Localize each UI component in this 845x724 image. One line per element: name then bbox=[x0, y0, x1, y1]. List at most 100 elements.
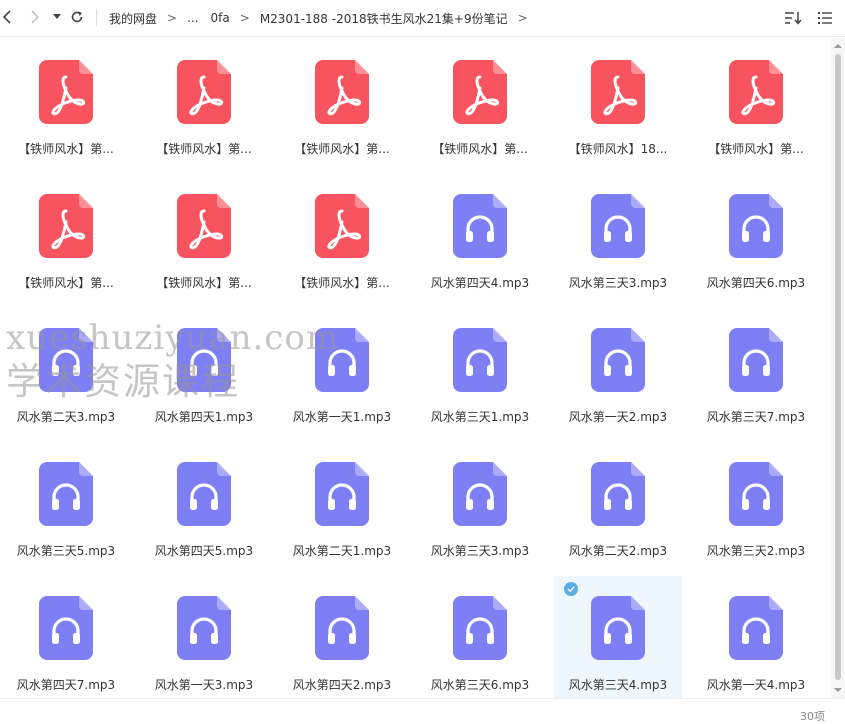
forward-button[interactable] bbox=[28, 6, 42, 28]
sort-icon bbox=[785, 12, 802, 25]
breadcrumb-separator: > bbox=[517, 11, 528, 25]
file-name: 【铁师风水】第... bbox=[156, 142, 252, 156]
file-item[interactable]: 风水第三天5.mp3 bbox=[2, 442, 130, 566]
file-item[interactable]: 【铁师风水】第... bbox=[2, 40, 130, 164]
pdf-file-icon bbox=[315, 60, 369, 124]
file-name: 风水第三天4.mp3 bbox=[568, 678, 668, 692]
scroll-down-icon[interactable] bbox=[834, 686, 842, 694]
file-name: 风水第四天6.mp3 bbox=[706, 276, 806, 290]
file-item[interactable]: 【铁师风水】第... bbox=[416, 40, 544, 164]
toolbar: 我的网盘 > ... 0fa > M2301-188 -2018铁书生风水21集… bbox=[0, 0, 845, 37]
audio-file-icon bbox=[453, 462, 507, 526]
file-item[interactable]: 风水第一天3.mp3 bbox=[140, 576, 268, 700]
breadcrumb-item-ellipsis[interactable]: ... bbox=[187, 11, 198, 25]
file-item[interactable]: 风水第四天6.mp3 bbox=[692, 174, 820, 298]
breadcrumb-item-current[interactable]: M2301-188 -2018铁书生风水21集+9份笔记 bbox=[260, 10, 508, 27]
file-item[interactable]: 风水第三天6.mp3 bbox=[416, 576, 544, 700]
file-item[interactable]: 风水第三天3.mp3 bbox=[416, 442, 544, 566]
audio-file-icon bbox=[591, 328, 645, 392]
file-name: 风水第一天2.mp3 bbox=[568, 410, 668, 424]
chevron-right-icon bbox=[31, 10, 39, 24]
file-item[interactable]: 风水第四天2.mp3 bbox=[278, 576, 406, 700]
file-item[interactable]: 【铁师风水】第... bbox=[2, 174, 130, 298]
file-name: 风水第一天3.mp3 bbox=[154, 678, 254, 692]
file-name: 风水第四天2.mp3 bbox=[292, 678, 392, 692]
file-name: 风水第三天3.mp3 bbox=[568, 276, 668, 290]
file-name: 风水第二天3.mp3 bbox=[16, 410, 116, 424]
audio-file-icon bbox=[453, 194, 507, 258]
file-item[interactable]: 【铁师风水】第... bbox=[140, 40, 268, 164]
file-item[interactable]: 风水第四天7.mp3 bbox=[2, 576, 130, 700]
file-item[interactable]: 风水第二天2.mp3 bbox=[554, 442, 682, 566]
scrollbar-thumb[interactable] bbox=[835, 54, 841, 680]
file-name: 风水第三天5.mp3 bbox=[16, 544, 116, 558]
file-item[interactable]: 风水第三天7.mp3 bbox=[692, 308, 820, 432]
file-name: 【铁师风水】第... bbox=[708, 142, 804, 156]
file-item[interactable]: 【铁师风水】第... bbox=[278, 40, 406, 164]
file-item[interactable]: 【铁师风水】第... bbox=[278, 174, 406, 298]
file-name: 【铁师风水】第... bbox=[156, 276, 252, 290]
history-dropdown-button[interactable] bbox=[51, 6, 63, 28]
file-grid: 【铁师风水】第... 【铁师风水】第... 【铁师风水】第... 【铁师风水】第...… bbox=[0, 38, 830, 700]
selected-check-icon[interactable] bbox=[564, 582, 578, 596]
audio-file-icon bbox=[729, 194, 783, 258]
breadcrumb-separator: > bbox=[167, 11, 178, 25]
pdf-file-icon bbox=[729, 60, 783, 124]
file-item[interactable]: 风水第三天1.mp3 bbox=[416, 308, 544, 432]
file-item[interactable]: 风水第一天1.mp3 bbox=[278, 308, 406, 432]
file-name: 风水第三天7.mp3 bbox=[706, 410, 806, 424]
pdf-file-icon bbox=[315, 194, 369, 258]
file-item[interactable]: 【铁师风水】第... bbox=[140, 174, 268, 298]
audio-file-icon bbox=[729, 596, 783, 660]
pdf-file-icon bbox=[591, 60, 645, 124]
audio-file-icon bbox=[729, 328, 783, 392]
pdf-file-icon bbox=[177, 194, 231, 258]
refresh-button[interactable] bbox=[68, 6, 86, 28]
vertical-scrollbar[interactable] bbox=[831, 38, 845, 698]
file-name: 风水第三天6.mp3 bbox=[430, 678, 530, 692]
sort-button[interactable] bbox=[783, 8, 803, 28]
chevron-left-icon bbox=[3, 10, 11, 24]
toolbar-divider bbox=[96, 9, 97, 26]
file-item[interactable]: 风水第一天2.mp3 bbox=[554, 308, 682, 432]
file-item[interactable]: 风水第三天2.mp3 bbox=[692, 442, 820, 566]
file-name: 【铁师风水】18... bbox=[568, 142, 668, 156]
view-mode-button[interactable] bbox=[815, 8, 835, 28]
audio-file-icon bbox=[177, 328, 231, 392]
breadcrumb-item-0fa[interactable]: 0fa bbox=[211, 11, 230, 25]
caret-down-icon bbox=[53, 14, 61, 19]
audio-file-icon bbox=[315, 462, 369, 526]
file-item[interactable]: 风水第四天5.mp3 bbox=[140, 442, 268, 566]
file-item[interactable]: 【铁师风水】18... bbox=[554, 40, 682, 164]
file-item[interactable]: 风水第四天1.mp3 bbox=[140, 308, 268, 432]
file-name: 风水第一天4.mp3 bbox=[706, 678, 806, 692]
file-item[interactable]: 【铁师风水】第... bbox=[692, 40, 820, 164]
file-name: 风水第二天1.mp3 bbox=[292, 544, 392, 558]
file-item[interactable]: 风水第三天3.mp3 bbox=[554, 174, 682, 298]
file-name: 【铁师风水】第... bbox=[432, 142, 528, 156]
audio-file-icon bbox=[39, 596, 93, 660]
view-tools bbox=[783, 8, 835, 28]
file-item[interactable]: 风水第二天3.mp3 bbox=[2, 308, 130, 432]
audio-file-icon bbox=[39, 328, 93, 392]
audio-file-icon bbox=[315, 596, 369, 660]
pdf-file-icon bbox=[39, 60, 93, 124]
audio-file-icon bbox=[39, 462, 93, 526]
file-item[interactable]: 风水第三天4.mp3 bbox=[554, 576, 682, 700]
file-item[interactable]: 风水第二天1.mp3 bbox=[278, 442, 406, 566]
status-bar: 30项 bbox=[0, 698, 845, 724]
scroll-up-icon[interactable] bbox=[834, 42, 842, 50]
file-name: 【铁师风水】第... bbox=[18, 142, 114, 156]
audio-file-icon bbox=[453, 596, 507, 660]
audio-file-icon bbox=[177, 462, 231, 526]
file-item[interactable]: 风水第一天4.mp3 bbox=[692, 576, 820, 700]
file-item[interactable]: 风水第四天4.mp3 bbox=[416, 174, 544, 298]
file-name: 风水第一天1.mp3 bbox=[292, 410, 392, 424]
breadcrumb-separator: > bbox=[239, 11, 250, 25]
refresh-icon bbox=[71, 11, 83, 23]
breadcrumb-item-home[interactable]: 我的网盘 bbox=[109, 10, 157, 27]
back-button[interactable] bbox=[0, 6, 14, 28]
audio-file-icon bbox=[591, 596, 645, 660]
pdf-file-icon bbox=[453, 60, 507, 124]
list-view-icon bbox=[818, 12, 832, 24]
